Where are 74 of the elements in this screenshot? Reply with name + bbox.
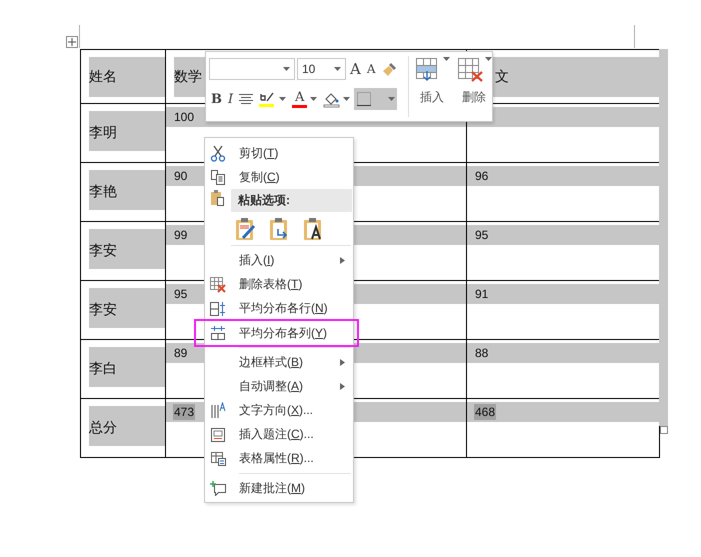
menu-item[interactable]: 表格属性(R)... [205, 446, 353, 472]
copy-icon [210, 169, 226, 186]
table-properties-icon [210, 450, 226, 467]
cell-text: 100 [173, 109, 196, 125]
header-text: 文 [495, 68, 509, 84]
cell-text: 89 [173, 345, 188, 361]
insert-table-button[interactable]: 插入 [414, 57, 450, 121]
delete-table-icon [456, 57, 484, 83]
caret-icon [279, 97, 286, 101]
move-handle-icon[interactable] [66, 36, 78, 48]
menu-item[interactable]: 剪切(T) [205, 141, 353, 166]
cell-text: 李明 [89, 124, 117, 140]
cell-text: 88 [474, 345, 490, 361]
italic-button[interactable]: I [226, 88, 236, 110]
caret-icon [388, 97, 396, 101]
caret-icon [343, 97, 350, 101]
header-text: 姓名 [89, 68, 117, 84]
caret-icon [484, 57, 492, 61]
scissors-icon [210, 144, 226, 162]
menu-item[interactable]: 文字方向(X)... [205, 398, 353, 423]
grow-font-button[interactable]: A [348, 58, 363, 80]
header-text: 数学 [174, 68, 202, 84]
cell-text: 总分 [89, 419, 117, 435]
delete-table-button[interactable]: 删除 [456, 57, 492, 121]
menu-item[interactable]: 平均分布各行(N) [205, 296, 353, 321]
borders-button[interactable] [354, 88, 398, 110]
caret-icon [442, 57, 450, 61]
paste-keep-formatting-icon [235, 217, 257, 242]
menu-item[interactable]: 自动调整(A) [205, 374, 353, 398]
caret-icon [334, 67, 341, 71]
cell-text: 90 [173, 168, 188, 184]
paste-options-header: 粘贴选项: [231, 189, 352, 212]
cell-text: 96 [474, 168, 490, 184]
submenu-arrow-icon [340, 358, 345, 366]
text-direction-icon [210, 402, 226, 420]
borders-icon [356, 91, 372, 107]
menu-item[interactable]: 插入题注(C)... [205, 422, 353, 447]
font-size-field[interactable]: 10 [297, 58, 346, 80]
cell-text: 95 [474, 227, 490, 243]
menu-item[interactable]: 插入(I) [205, 248, 353, 273]
bold-button[interactable]: B [209, 88, 224, 110]
align-center-icon [239, 93, 254, 105]
paint-bucket-icon [323, 90, 340, 108]
delete-table-icon [209, 276, 227, 294]
brush-icon [382, 61, 398, 77]
highlighter-icon [259, 90, 276, 108]
color-underline-icon [292, 105, 308, 108]
caret-icon [310, 97, 318, 101]
submenu-arrow-icon [340, 382, 345, 390]
caption-icon [210, 426, 226, 443]
menu-item[interactable]: 复制(C) [205, 165, 353, 190]
cell-text: 99 [173, 227, 188, 243]
distribute-rows-icon [209, 300, 227, 317]
clipboard-icon [210, 189, 226, 208]
menu-item[interactable]: 删除表格(T) [205, 272, 353, 297]
new-comment-icon [210, 480, 226, 496]
cell-text: 李安 [89, 301, 117, 317]
menu-item[interactable]: 新建批注(M) [205, 476, 353, 500]
cell-text: 95 [173, 286, 188, 302]
cell-text: 李安 [89, 242, 117, 258]
submenu-arrow-icon [340, 256, 345, 264]
shrink-font-button[interactable]: A [364, 58, 378, 80]
cell-text: 李白 [89, 360, 117, 376]
menu-item[interactable]: 平均分布各列(Y) [194, 318, 359, 348]
caret-icon [283, 67, 290, 71]
cell-text: 468 [474, 404, 496, 420]
font-name-field[interactable] [209, 58, 295, 80]
cell-text: 李艳 [89, 183, 117, 199]
menu-item[interactable]: 边框样式(B) [205, 350, 353, 374]
cell-text: 91 [474, 286, 490, 302]
font-color-button[interactable]: A [290, 88, 320, 110]
cell-text: 473 [173, 404, 196, 420]
distribute-columns-icon [210, 325, 226, 342]
resize-handle[interactable] [660, 426, 668, 434]
